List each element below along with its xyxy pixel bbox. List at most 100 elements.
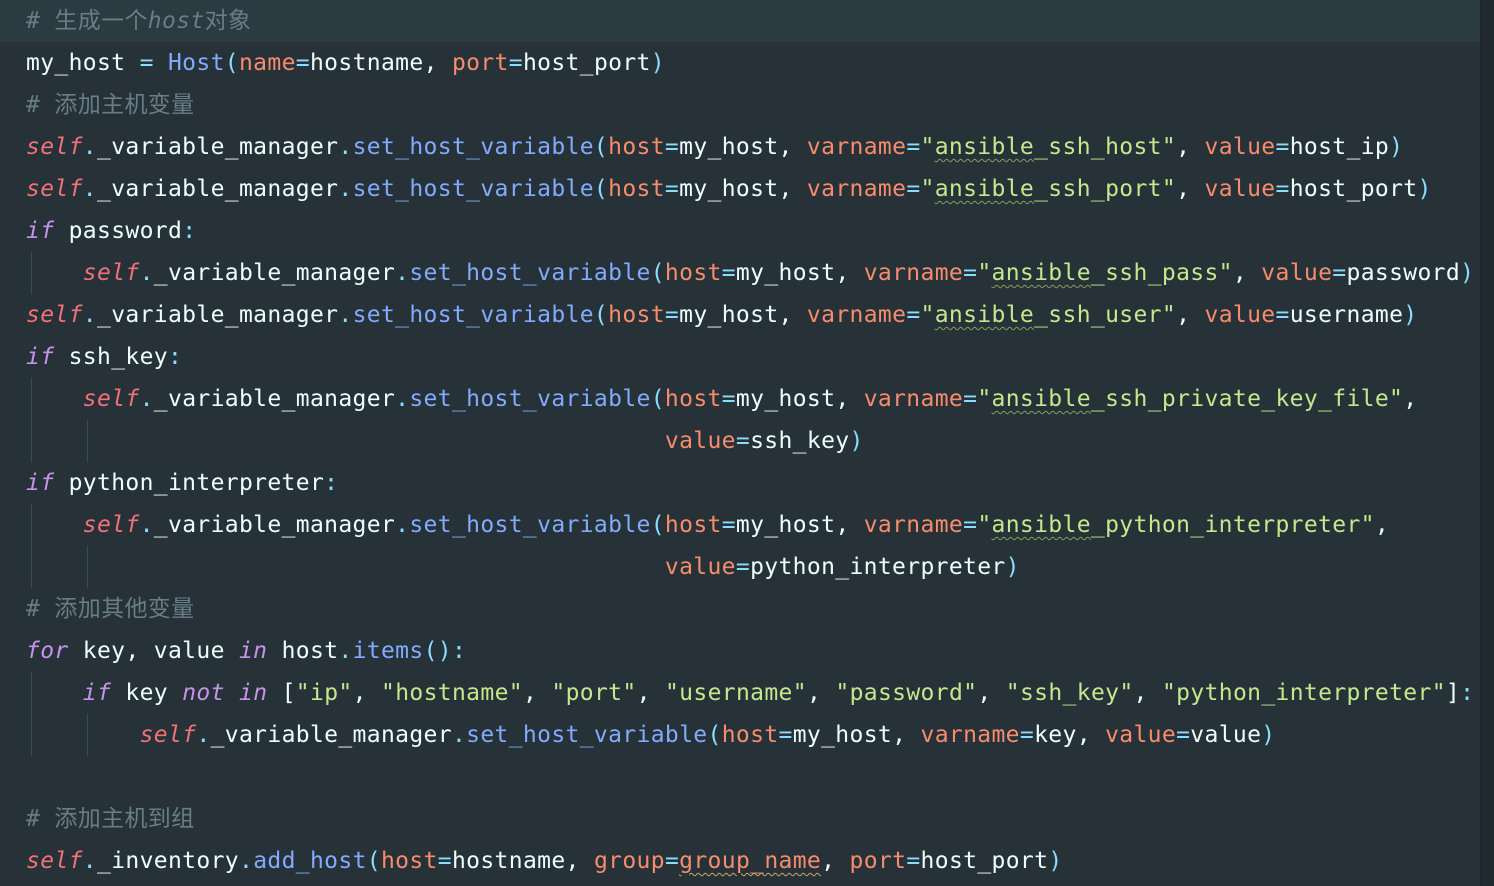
code-line[interactable]: my_host = Host(name=hostname, port=host_… bbox=[26, 42, 665, 84]
code-token: = bbox=[735, 428, 751, 454]
indent-guide-line bbox=[31, 378, 32, 462]
code-token: " bbox=[920, 176, 935, 202]
code-token: in bbox=[238, 638, 268, 664]
code-token: = bbox=[664, 134, 680, 160]
code-token: ] bbox=[1445, 680, 1461, 706]
code-token: " bbox=[977, 260, 992, 286]
code-token: ) bbox=[1048, 848, 1063, 874]
code-line[interactable]: self._variable_manager.set_host_variable… bbox=[26, 168, 1432, 210]
code-token: ansible bbox=[991, 386, 1091, 412]
code-token: ) bbox=[1261, 722, 1276, 748]
code-line[interactable]: if password: bbox=[26, 210, 196, 252]
code-token: host bbox=[664, 512, 722, 538]
code-line[interactable]: if ssh_key: bbox=[26, 336, 182, 378]
indent-guide-line bbox=[31, 504, 32, 588]
code-token: "ip" bbox=[295, 680, 353, 706]
code-editor[interactable]: # 生成一个host对象 my_host = Host(name=hostname… bbox=[0, 0, 1494, 886]
code-token: value bbox=[664, 554, 736, 580]
code-token: _variable_manager bbox=[97, 302, 339, 328]
code-token: self bbox=[139, 722, 197, 748]
code-token: . bbox=[82, 134, 97, 160]
code-line[interactable]: self._variable_manager.set_host_variable… bbox=[26, 504, 1389, 546]
code-token: _variable_manager bbox=[153, 512, 396, 538]
code-token: for bbox=[26, 638, 69, 664]
code-line[interactable]: # 添加主机变量 bbox=[26, 84, 195, 126]
code-token: , bbox=[423, 50, 452, 76]
code-line[interactable]: if python_interpreter: bbox=[26, 462, 338, 504]
vertical-scrollbar[interactable] bbox=[1480, 0, 1494, 886]
code-line[interactable]: value=python_interpreter) bbox=[26, 546, 1020, 588]
code-token: _inventory bbox=[97, 848, 239, 874]
code-token: ansible bbox=[991, 512, 1091, 538]
code-token: : bbox=[324, 470, 339, 496]
code-token: value bbox=[664, 428, 736, 454]
code-line[interactable]: # 生成一个host对象 bbox=[26, 0, 251, 42]
code-line[interactable]: if key not in ["ip", "hostname", "port",… bbox=[26, 672, 1474, 714]
code-token: varname bbox=[806, 302, 907, 328]
code-line[interactable]: # 添加主机到组 bbox=[26, 798, 195, 840]
code-token: host bbox=[267, 638, 339, 664]
code-line[interactable]: self._inventory.add_host(host=hostname, … bbox=[26, 840, 1063, 882]
code-line[interactable]: self._variable_manager.set_host_variable… bbox=[26, 714, 1276, 756]
code-token: key, value bbox=[68, 638, 239, 664]
code-token: _ssh_user" bbox=[1034, 302, 1177, 328]
code-token: , bbox=[977, 680, 1006, 706]
code-token: _variable_manager bbox=[210, 722, 452, 748]
code-token: ( bbox=[650, 512, 665, 538]
code-line[interactable]: self._variable_manager.set_host_variable… bbox=[26, 378, 1417, 420]
code-token: _variable_manager bbox=[153, 386, 396, 412]
indent-guide-line bbox=[87, 714, 88, 756]
code-token: if bbox=[26, 470, 55, 496]
indent-guide-line bbox=[31, 672, 32, 756]
code-token: , bbox=[821, 848, 850, 874]
code-token: my_host bbox=[735, 386, 836, 412]
code-token: Host bbox=[167, 50, 225, 76]
code-token: = bbox=[906, 302, 921, 328]
code-token: group_name bbox=[679, 848, 822, 874]
code-token: hostname bbox=[309, 50, 424, 76]
code-token: self bbox=[82, 386, 140, 412]
code-token: . bbox=[338, 176, 353, 202]
code-line[interactable]: value=ssh_key) bbox=[26, 420, 864, 462]
code-token: , bbox=[1374, 512, 1390, 538]
code-token: . bbox=[82, 302, 97, 328]
code-token: , bbox=[1176, 134, 1205, 160]
code-token: if bbox=[26, 218, 55, 244]
code-token: , bbox=[835, 512, 864, 538]
code-line[interactable]: self._variable_manager.set_host_variable… bbox=[26, 252, 1474, 294]
code-token: . bbox=[395, 512, 410, 538]
code-token: _variable_manager bbox=[153, 260, 396, 286]
code-line[interactable]: self._variable_manager.set_host_variable… bbox=[26, 126, 1403, 168]
code-token: " bbox=[977, 512, 992, 538]
code-token: "hostname" bbox=[381, 680, 523, 706]
code-token: ) bbox=[650, 50, 665, 76]
code-token: my_host bbox=[735, 260, 836, 286]
code-token: ( bbox=[707, 722, 722, 748]
code-token: , bbox=[835, 260, 864, 286]
code-line[interactable]: self._variable_manager.set_host_variable… bbox=[26, 294, 1417, 336]
code-token: varname bbox=[806, 176, 907, 202]
code-token: host_port bbox=[920, 848, 1049, 874]
code-token: python_interpreter bbox=[54, 470, 325, 496]
code-token: = bbox=[721, 512, 736, 538]
code-token: host bbox=[608, 302, 665, 328]
code-token: host bbox=[664, 386, 722, 412]
code-token: ansible bbox=[934, 134, 1035, 160]
code-token: "password" bbox=[835, 680, 978, 706]
code-line[interactable]: for key, value in host.items(): bbox=[26, 630, 466, 672]
code-token: value bbox=[1204, 176, 1276, 202]
code-token: = bbox=[963, 260, 978, 286]
code-token: value bbox=[1261, 260, 1333, 286]
code-token: , bbox=[778, 176, 807, 202]
code-token: . bbox=[82, 848, 97, 874]
code-token: , bbox=[1176, 176, 1205, 202]
code-token: host bbox=[608, 176, 665, 202]
code-token: set_host_variable bbox=[466, 722, 708, 748]
code-token: ( bbox=[366, 848, 381, 874]
code-token: username bbox=[1289, 302, 1404, 328]
code-line[interactable]: # 添加其他变量 bbox=[26, 588, 195, 630]
